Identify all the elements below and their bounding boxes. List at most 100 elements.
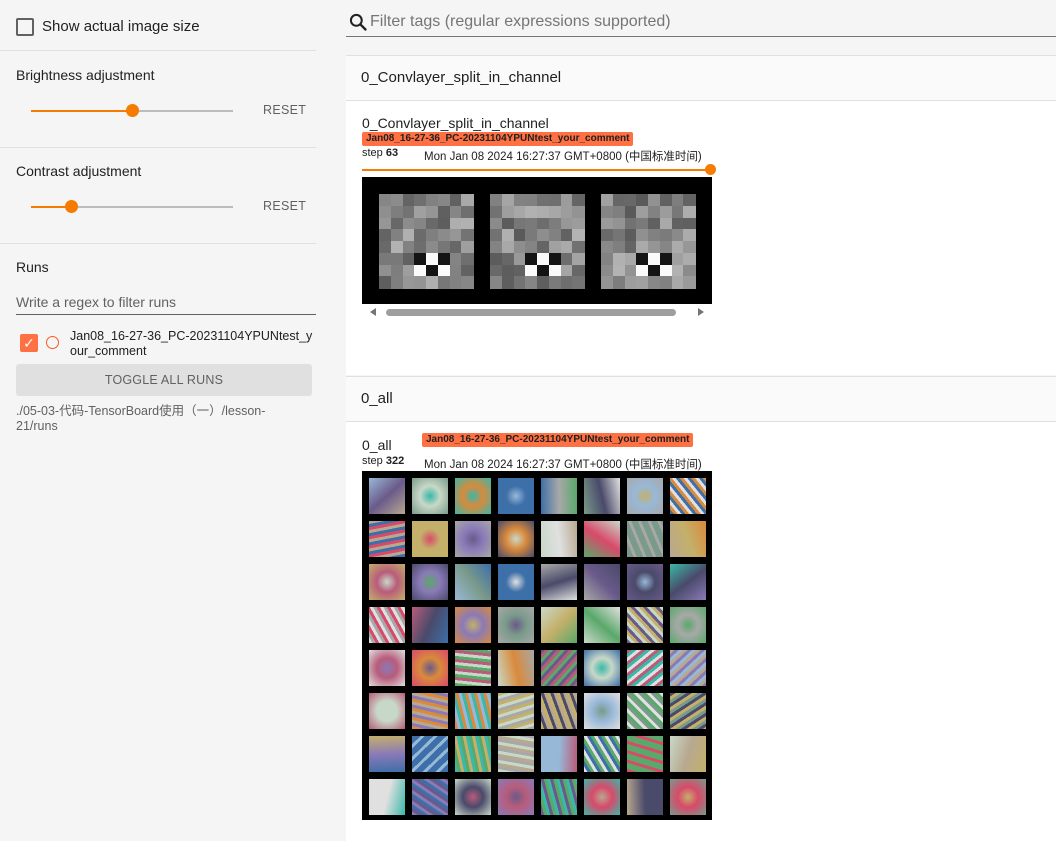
filter-tile	[455, 693, 491, 729]
filter-tile	[455, 736, 491, 772]
filter-tile	[541, 564, 577, 600]
scroll-left-icon[interactable]	[370, 308, 376, 316]
brightness-reset-button[interactable]: RESET	[263, 103, 306, 117]
filter-tile	[412, 521, 448, 557]
filter-tile	[369, 564, 405, 600]
filter-tile	[455, 521, 491, 557]
run-color-indicator[interactable]	[46, 336, 59, 349]
card-title: 0_all	[362, 437, 392, 453]
image-scrollbar[interactable]	[362, 305, 712, 319]
filter-tile	[455, 779, 491, 815]
tag-group-name: 0_Convlayer_split_in_channel	[361, 69, 562, 86]
logdir-path: ./05-03-代码-TensorBoard使用（一）/lesson-21/ru…	[16, 404, 266, 433]
filter-tile	[412, 478, 448, 514]
filter-tile	[490, 194, 585, 289]
filter-tile	[627, 521, 663, 557]
step-slider[interactable]	[362, 164, 716, 175]
sidebar: Show actual image size Brightness adjust…	[0, 0, 332, 841]
filter-tile	[670, 564, 706, 600]
filter-tile	[498, 521, 534, 557]
filter-tile	[627, 478, 663, 514]
filter-tile	[369, 779, 405, 815]
tag-group-name: 0_all	[361, 390, 393, 407]
image-card: 0_all Jan08_16-27-36_PC-20231104YPUNtest…	[346, 422, 1056, 841]
show-actual-size-checkbox[interactable]	[16, 18, 34, 36]
filter-tile	[412, 564, 448, 600]
filter-tile	[455, 478, 491, 514]
filter-tile	[584, 693, 620, 729]
filter-tile	[498, 564, 534, 600]
filter-tile	[584, 564, 620, 600]
filter-tile	[541, 736, 577, 772]
filter-tile	[601, 194, 696, 289]
filter-tile	[498, 779, 534, 815]
brightness-slider-thumb[interactable]	[126, 104, 139, 117]
filter-tile	[412, 779, 448, 815]
runs-title: Runs	[16, 259, 49, 275]
run-name: Jan08_16-27-36_PC-20231104YPUNtest_your_…	[70, 329, 313, 358]
scrollbar-thumb[interactable]	[386, 309, 676, 316]
step-label: step 63	[362, 147, 398, 159]
filter-tile	[412, 650, 448, 686]
divider	[0, 243, 316, 244]
filter-tile	[541, 521, 577, 557]
main-panel: 0_Convlayer_split_in_channel 0_Convlayer…	[346, 0, 1056, 841]
filter-tile	[455, 650, 491, 686]
step-value: 63	[385, 147, 399, 159]
image-display	[362, 177, 712, 304]
filter-tile	[412, 736, 448, 772]
filter-tile	[627, 736, 663, 772]
filter-tile	[584, 521, 620, 557]
filter-tile	[541, 607, 577, 643]
divider	[0, 50, 316, 51]
filter-tile	[498, 650, 534, 686]
filter-tile	[498, 607, 534, 643]
filter-tile	[498, 693, 534, 729]
filter-tile	[670, 650, 706, 686]
contrast-slider-thumb[interactable]	[65, 200, 79, 213]
show-actual-size-label: Show actual image size	[42, 18, 200, 35]
filter-tile	[670, 693, 706, 729]
filter-tile	[627, 779, 663, 815]
filter-tile	[498, 736, 534, 772]
run-checkbox[interactable]: ✓	[20, 334, 38, 352]
filter-tile	[584, 736, 620, 772]
filter-tile	[584, 478, 620, 514]
filter-tile	[541, 478, 577, 514]
scroll-right-icon[interactable]	[698, 308, 704, 316]
timestamp: Mon Jan 08 2024 16:27:37 GMT+0800 (中国标准时…	[424, 151, 702, 163]
filter-tile	[541, 650, 577, 686]
filter-tile	[627, 650, 663, 686]
filter-tile	[498, 478, 534, 514]
filter-tile	[369, 650, 405, 686]
tag-filter-bar[interactable]	[346, 8, 1056, 37]
brightness-slider-fill	[31, 110, 132, 112]
filter-tile	[670, 607, 706, 643]
step-prefix: step	[362, 455, 383, 467]
filter-tile	[412, 693, 448, 729]
filter-tile	[627, 564, 663, 600]
card-title: 0_Convlayer_split_in_channel	[362, 115, 549, 131]
filter-tile	[369, 607, 405, 643]
filter-tile	[670, 779, 706, 815]
filter-tile	[379, 194, 474, 289]
contrast-reset-button[interactable]: RESET	[263, 199, 306, 213]
filter-tile	[541, 779, 577, 815]
filter-tile	[412, 607, 448, 643]
filter-tile	[627, 607, 663, 643]
divider	[0, 147, 316, 148]
brightness-title: Brightness adjustment	[16, 67, 155, 83]
contrast-slider[interactable]	[31, 200, 233, 213]
brightness-slider[interactable]	[31, 104, 233, 117]
toggle-all-runs-button[interactable]: TOGGLE ALL RUNS	[16, 364, 312, 396]
filter-tile	[584, 607, 620, 643]
step-slider-thumb[interactable]	[705, 164, 716, 175]
tag-group-header[interactable]: 0_Convlayer_split_in_channel	[346, 55, 1056, 101]
tag-group-header[interactable]: 0_all	[346, 376, 1056, 422]
filter-tile	[369, 736, 405, 772]
filter-tile	[670, 478, 706, 514]
filter-tile	[541, 693, 577, 729]
tag-filter-input[interactable]	[370, 12, 1050, 32]
contrast-title: Contrast adjustment	[16, 163, 142, 179]
runs-filter-input[interactable]	[16, 290, 316, 315]
